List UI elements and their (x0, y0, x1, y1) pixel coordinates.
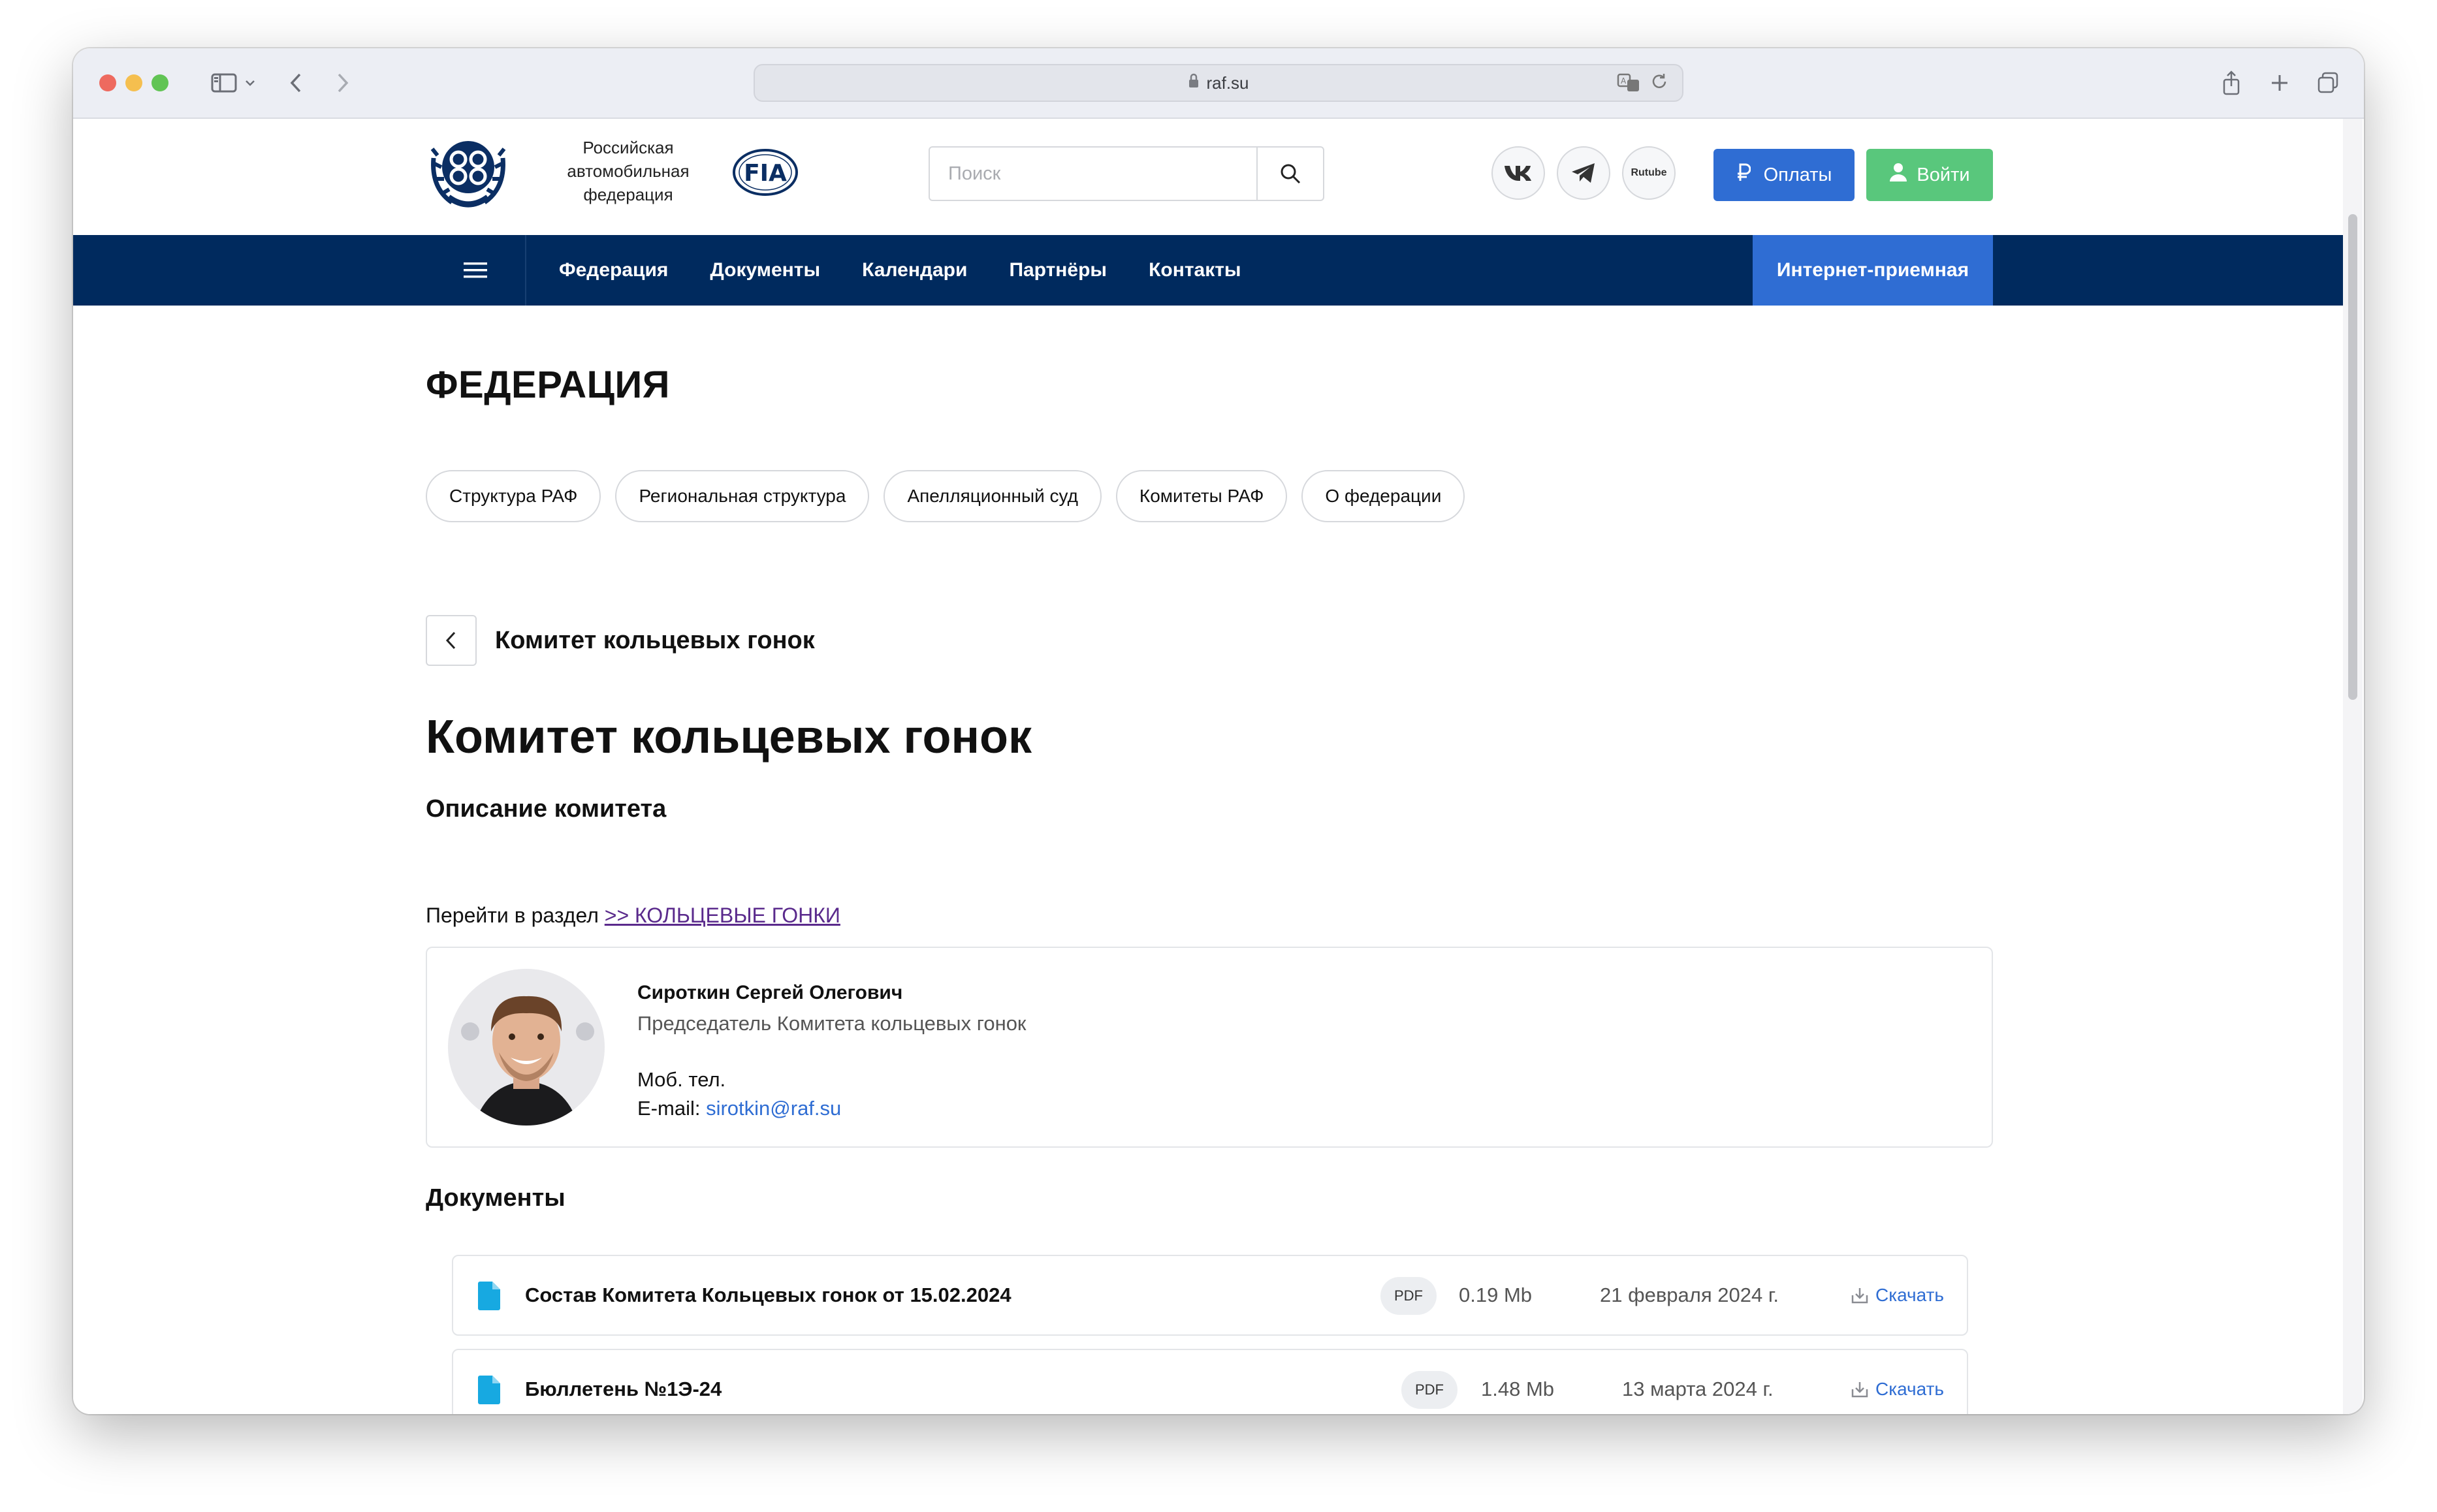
section-title: ФЕДЕРАЦИЯ (426, 364, 670, 406)
page-scrollbar[interactable] (2343, 119, 2363, 1414)
browser-toolbar: raf.su A (73, 48, 2364, 119)
user-icon (1889, 163, 1907, 187)
search-button[interactable] (1256, 148, 1323, 200)
main-nav: Федерация Документы Календари Партнёры К… (73, 235, 2344, 306)
person-card: Сироткин Сергей Олегович Председатель Ко… (426, 947, 1993, 1148)
document-date: 21 февраля 2024 г. (1600, 1284, 1779, 1306)
browser-window: raf.su A Российская автомобильная федера… (73, 48, 2364, 1414)
person-name: Сироткин Сергей Олегович (637, 982, 903, 1003)
back-navigation-icon[interactable] (279, 65, 312, 101)
pill-raf-structure[interactable]: Структура РАФ (426, 470, 601, 522)
reload-icon[interactable] (1649, 72, 1669, 99)
file-icon (477, 1281, 502, 1314)
file-icon (477, 1375, 502, 1408)
person-phone: Моб. тел. (637, 1068, 726, 1091)
maximize-window-button[interactable] (151, 74, 168, 91)
telegram-icon (1572, 163, 1595, 183)
fia-logo-icon[interactable]: FIA (731, 148, 799, 197)
payments-label: Оплаты (1763, 164, 1832, 185)
lock-icon (1188, 73, 1200, 93)
documents-title: Документы (426, 1184, 565, 1212)
address-bar[interactable]: raf.su A (754, 64, 1683, 102)
download-label: Скачать (1875, 1285, 1944, 1305)
file-type-badge: PDF (1380, 1277, 1437, 1315)
document-date: 13 марта 2024 г. (1622, 1378, 1774, 1400)
login-button[interactable]: Войти (1866, 149, 1993, 201)
fia-logo-text: FIA (744, 160, 787, 187)
back-title: Комитет кольцевых гонок (495, 627, 815, 654)
close-window-button[interactable] (99, 74, 116, 91)
pill-regional-structure[interactable]: Региональная структура (615, 470, 870, 522)
email-link[interactable]: sirotkin@raf.su (706, 1097, 841, 1120)
chevron-left-icon (445, 631, 456, 650)
goto-text: Перейти в раздел (426, 904, 599, 927)
file-type-badge: PDF (1401, 1371, 1457, 1409)
share-icon[interactable] (2215, 65, 2248, 101)
raf-logo-icon[interactable] (426, 129, 511, 214)
download-button[interactable]: Скачать (1851, 1285, 1944, 1306)
vk-social-button[interactable] (1491, 146, 1545, 200)
person-role: Председатель Комитета кольцевых гонок (637, 1012, 1027, 1035)
chevron-down-icon[interactable] (240, 65, 260, 101)
hamburger-icon (464, 262, 487, 278)
search-icon (1281, 164, 1301, 184)
back-button[interactable] (426, 615, 477, 666)
download-icon (1851, 1288, 1868, 1304)
file-size: 1.48 Mb (1481, 1378, 1555, 1400)
avatar (448, 969, 605, 1126)
section-pills: Структура РАФ Региональная структура Апе… (426, 470, 1465, 522)
forward-navigation-icon[interactable] (327, 65, 359, 101)
file-size: 0.19 Mb (1459, 1284, 1533, 1306)
svg-text:A: A (1621, 76, 1627, 86)
pill-raf-committees[interactable]: Комитеты РАФ (1115, 470, 1288, 522)
person-email: E-mail: sirotkin@raf.su (637, 1097, 841, 1120)
download-icon (1851, 1382, 1868, 1398)
document-row[interactable]: Состав Комитета Кольцевых гонок от 15.02… (452, 1255, 1968, 1336)
logo-text: Российская автомобильная федерация (543, 136, 713, 206)
page-title: Комитет кольцевых гонок (426, 711, 1032, 763)
download-label: Скачать (1875, 1379, 1944, 1399)
goto-section: Перейти в раздел >> КОЛЬЦЕВЫЕ ГОНКИ (426, 904, 840, 928)
rutube-icon: Rutube (1631, 167, 1667, 178)
nav-item-partners[interactable]: Партнёры (1009, 259, 1107, 281)
search-input[interactable] (930, 148, 1256, 200)
scrollbar-thumb[interactable] (2348, 214, 2357, 700)
menu-button[interactable] (426, 235, 526, 306)
pill-about-federation[interactable]: О федерации (1301, 470, 1465, 522)
document-name[interactable]: Бюллетень №1Э-24 (525, 1378, 722, 1401)
rutube-social-button[interactable]: Rutube (1622, 146, 1676, 200)
logo-line-1: Российская (582, 138, 674, 157)
nav-item-calendars[interactable]: Календари (862, 259, 967, 281)
internet-reception-button[interactable]: Интернет-приемная (1753, 235, 1993, 306)
nav-items: Федерация Документы Календари Партнёры К… (559, 235, 1241, 306)
download-button[interactable]: Скачать (1851, 1379, 1944, 1400)
web-page: Российская автомобильная федерация FIA П… (73, 119, 2344, 1414)
nav-item-federation[interactable]: Федерация (559, 259, 668, 281)
goto-link[interactable]: >> КОЛЬЦЕВЫЕ ГОНКИ (605, 904, 840, 927)
url-text: raf.su (1206, 72, 1249, 93)
search-box (929, 146, 1324, 201)
tab-overview-icon[interactable] (2312, 65, 2344, 101)
minimize-window-button[interactable] (125, 74, 142, 91)
nav-item-documents[interactable]: Документы (710, 259, 820, 281)
pill-appeal-court[interactable]: Апелляционный суд (884, 470, 1102, 522)
telegram-social-button[interactable] (1557, 146, 1610, 200)
new-tab-icon[interactable] (2263, 65, 2296, 101)
logo-line-2: автомобильная (567, 161, 690, 181)
translate-icon[interactable]: A (1617, 72, 1642, 99)
nav-item-contacts[interactable]: Контакты (1149, 259, 1241, 281)
document-name[interactable]: Состав Комитета Кольцевых гонок от 15.02… (525, 1284, 1011, 1307)
vk-icon (1505, 166, 1531, 181)
site-header: Российская автомобильная федерация FIA П… (73, 119, 2344, 235)
payments-button[interactable]: Оплаты (1713, 149, 1855, 201)
description-title: Описание комитета (426, 795, 667, 823)
logo-line-3: федерация (583, 185, 673, 204)
document-row[interactable]: Бюллетень №1Э-24 PDF 1.48 Mb 13 марта 20… (452, 1349, 1968, 1414)
email-label: E-mail: (637, 1097, 701, 1120)
ruble-icon (1736, 163, 1751, 187)
login-label: Войти (1917, 164, 1970, 185)
